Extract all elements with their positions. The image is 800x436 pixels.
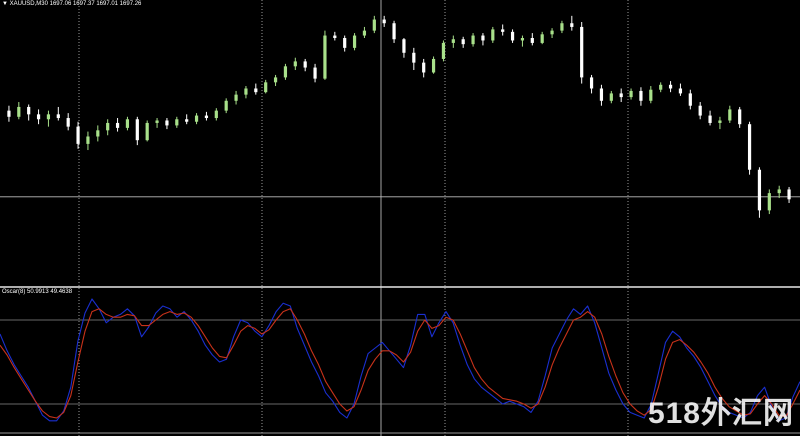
candle-body — [708, 115, 712, 123]
candle-body — [362, 30, 367, 36]
candle-body — [125, 119, 130, 128]
candle-body — [36, 114, 41, 120]
candle-body — [76, 126, 80, 144]
candle-body — [293, 61, 297, 67]
candle-body — [540, 34, 544, 43]
candle-body — [214, 110, 218, 119]
candle-body — [481, 35, 485, 41]
candle-body — [145, 122, 149, 141]
candle-body — [224, 100, 228, 111]
candle-body — [273, 77, 278, 83]
candle-body — [244, 88, 248, 95]
candle-body — [698, 105, 702, 116]
candle-body — [185, 119, 189, 122]
candle-body — [718, 120, 722, 123]
candle-body — [313, 67, 317, 79]
candle-body — [747, 124, 752, 170]
candle-body — [392, 23, 396, 40]
candle-body — [283, 66, 288, 78]
candle-body — [115, 122, 120, 128]
candle-body — [234, 94, 238, 101]
candle-body — [66, 118, 70, 127]
candle-body — [787, 189, 791, 200]
candle-body — [560, 23, 564, 31]
candle-body — [372, 19, 376, 31]
candle-body — [767, 193, 771, 211]
candle-body — [520, 38, 525, 41]
candle-body — [589, 77, 594, 89]
candle-body — [649, 89, 653, 101]
candle-body — [382, 19, 386, 24]
candle-body — [431, 58, 436, 73]
candle-body — [402, 39, 406, 53]
candle-body — [757, 169, 762, 211]
candle-body — [165, 120, 169, 126]
candle-body — [510, 31, 515, 41]
candle-body — [530, 38, 534, 43]
trading-chart — [0, 0, 800, 436]
candle-body — [609, 93, 613, 101]
candle-body — [56, 114, 60, 119]
watermark-logo: 518外汇网 — [647, 397, 794, 430]
candle-body — [106, 122, 110, 131]
candle-body — [570, 23, 574, 27]
candle-body — [155, 120, 159, 123]
candle-body — [451, 39, 455, 43]
candle-body — [777, 189, 781, 194]
indicator-header: Oscar(8) 50.9913 49.4638 — [2, 289, 73, 295]
candle-body — [27, 106, 31, 115]
candle-body — [343, 38, 347, 48]
candle-body — [352, 35, 357, 48]
candle-body — [323, 35, 327, 79]
candle-body — [254, 88, 258, 93]
candle-body — [550, 30, 554, 35]
candle-body — [333, 35, 337, 39]
candle-body — [619, 93, 623, 98]
candle-body — [659, 84, 663, 90]
candle-body — [461, 39, 465, 45]
candle-body — [422, 62, 426, 73]
candle-body — [7, 110, 11, 117]
candle-body — [599, 88, 604, 101]
candle-body — [46, 114, 51, 120]
candle-body — [194, 115, 199, 122]
candle-body — [639, 90, 643, 101]
candle-body — [491, 29, 495, 41]
candle-body — [204, 115, 209, 119]
candle-body — [412, 52, 416, 63]
candle-body — [629, 90, 633, 98]
candle-body — [728, 109, 732, 121]
candle-body — [175, 119, 179, 126]
candle-body — [264, 82, 268, 93]
candle-body — [96, 130, 100, 137]
candle-body — [471, 35, 475, 45]
candle-body — [135, 119, 139, 141]
candle-body — [738, 109, 742, 125]
symbol-header: ▼ XAUUSD,M30 1697.06 1697.37 1697.01 169… — [2, 1, 142, 7]
candle-body — [678, 88, 683, 94]
candle-body — [86, 136, 90, 144]
candle-body — [303, 61, 307, 68]
candle-body — [441, 42, 446, 59]
chart-root: ▼ XAUUSD,M30 1697.06 1697.37 1697.01 169… — [0, 0, 800, 436]
candle-body — [17, 106, 21, 117]
candle-body — [501, 29, 505, 32]
candle-body — [688, 93, 692, 106]
candle-body — [580, 26, 584, 78]
candle-body — [668, 84, 673, 89]
